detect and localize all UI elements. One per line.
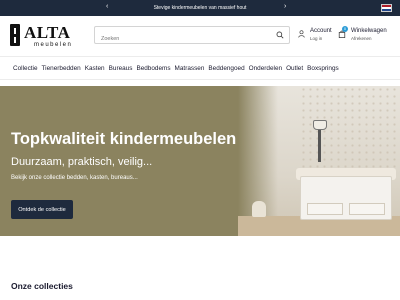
site-header: ALTA meubelen Account Log in 0 Winkelwag… — [0, 16, 400, 56]
nav-item-bureaus[interactable]: Bureaus — [109, 65, 133, 72]
cart-label: Winkelwagen — [351, 28, 387, 34]
collections-heading: Onze collecties — [11, 281, 73, 291]
nav-item-boxsprings[interactable]: Boxsprings — [307, 65, 339, 72]
search-box — [94, 26, 290, 47]
hero-bed-image — [300, 176, 392, 220]
nav-item-kasten[interactable]: Kasten — [85, 65, 105, 72]
cart-link[interactable]: 0 Winkelwagen Afrekenen — [338, 26, 396, 45]
hero-wallpaper — [300, 86, 400, 176]
account-link[interactable]: Account Log in — [298, 27, 338, 45]
logo[interactable]: ALTA meubelen — [10, 23, 80, 50]
main-nav: Collectie Tienerbedden Kasten Bureaus Be… — [0, 56, 400, 80]
discover-collection-button[interactable]: Ontdek de collectie — [11, 200, 73, 219]
search-input[interactable] — [95, 31, 265, 47]
checkout-label: Afrekenen — [351, 36, 372, 41]
lamp-icon — [313, 120, 327, 162]
hero-title: Topkwaliteit kindermeubelen — [11, 130, 237, 148]
bed-drawer — [349, 203, 385, 215]
logo-subtitle: meubelen — [34, 42, 73, 48]
nav-item-matrassen[interactable]: Matrassen — [175, 65, 205, 72]
promo-bar: ‹ Stevige kindermeubelen van massief hou… — [0, 0, 400, 16]
logo-name: ALTA — [24, 23, 71, 42]
nav-item-bedbodems[interactable]: Bedbodems — [136, 65, 170, 72]
chevron-left-icon[interactable]: ‹ — [106, 3, 108, 10]
user-icon — [298, 30, 305, 38]
cart-count-badge: 0 — [342, 26, 348, 32]
hero-subtitle: Duurzaam, praktisch, veilig... — [11, 156, 153, 168]
nav-item-tienerbedden[interactable]: Tienerbedden — [42, 65, 81, 72]
nav-item-collectie[interactable]: Collectie — [13, 65, 38, 72]
hero-text: Bekijk onze collectie bedden, kasten, bu… — [11, 175, 138, 181]
nav-item-beddengoed[interactable]: Beddengoed — [208, 65, 244, 72]
toy-rabbit-image — [252, 201, 266, 217]
promo-text: Stevige kindermeubelen van massief hout — [153, 5, 247, 11]
chevron-right-icon[interactable]: › — [284, 3, 286, 10]
hero-banner: Topkwaliteit kindermeubelen Duurzaam, pr… — [0, 86, 400, 236]
bed-drawer — [307, 203, 343, 215]
account-label: Account — [310, 28, 332, 34]
nl-flag-icon[interactable] — [381, 4, 392, 12]
logo-mark-icon — [10, 24, 20, 46]
login-label: Log in — [310, 36, 323, 41]
search-icon[interactable] — [276, 31, 284, 39]
nav-item-onderdelen[interactable]: Onderdelen — [249, 65, 282, 72]
nav-item-outlet[interactable]: Outlet — [286, 65, 303, 72]
